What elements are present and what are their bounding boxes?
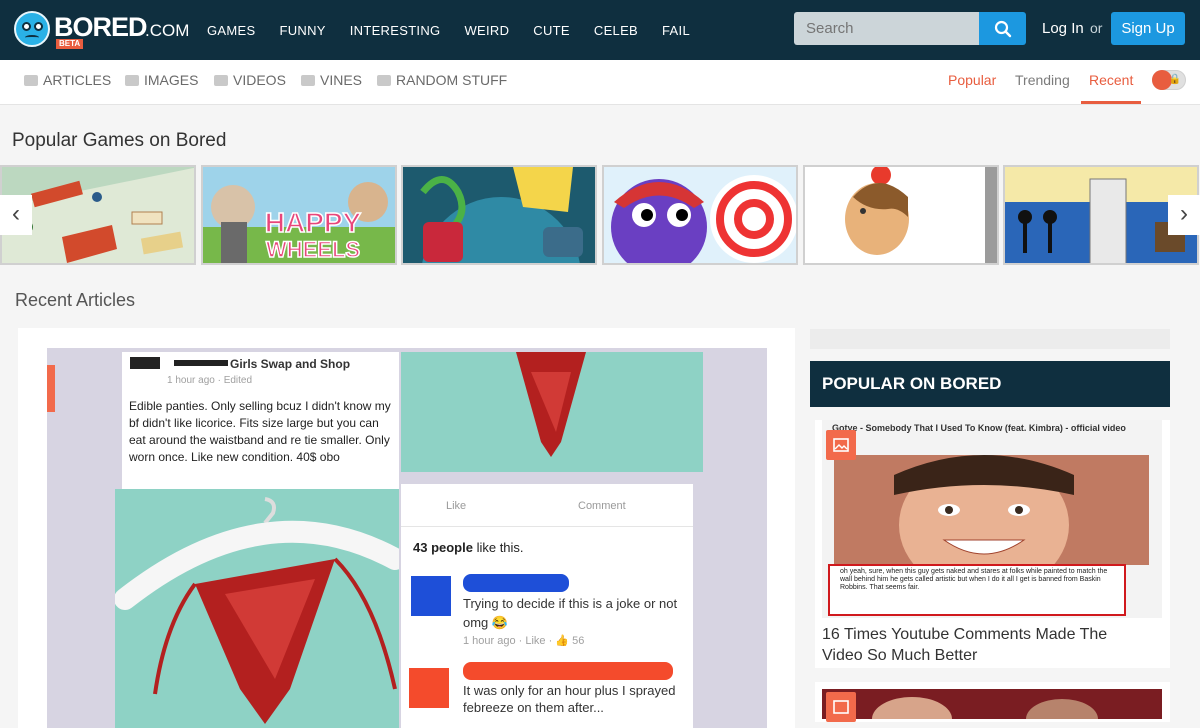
- fb-post: Girls Swap and Shop 1 hour ago · Edited …: [122, 352, 399, 489]
- games-prev-arrow-icon[interactable]: ‹: [0, 195, 32, 235]
- logo-suffix: .COM: [145, 21, 190, 40]
- popular-card-image[interactable]: Gotye - Somebody That I Used To Know (fe…: [822, 420, 1162, 618]
- youtube-comment: oh yeah, sure, when this guy gets naked …: [828, 564, 1126, 616]
- random-stuff-icon: [377, 74, 391, 86]
- nav-funny[interactable]: FUNNY: [279, 23, 325, 38]
- svg-text:HAPPY: HAPPY: [265, 207, 362, 238]
- popular-header: POPULAR ON BORED: [810, 361, 1170, 407]
- svg-text:WHEELS: WHEELS: [266, 237, 360, 262]
- post-group-name: Girls Swap and Shop: [230, 357, 351, 371]
- beta-badge: BETA: [56, 39, 84, 49]
- panties-photo-top: [401, 352, 703, 472]
- category-label: RANDOM STUFF: [396, 72, 508, 88]
- nav-interesting[interactable]: INTERESTING: [350, 23, 441, 38]
- or-label: or: [1090, 20, 1103, 36]
- article-tab-marker: [47, 365, 55, 412]
- top-bar: BORED .COM BETA GAMES FUNNY INTERESTING …: [0, 0, 1200, 60]
- active-sort-underline: [1081, 101, 1141, 104]
- post-time: 1 hour ago · Edited: [167, 375, 253, 386]
- post-body: Edible panties. Only selling bcuz I didn…: [129, 399, 391, 464]
- likes-count: 43 people: [413, 540, 473, 555]
- vines-icon: [301, 74, 315, 86]
- search-icon: [994, 20, 1012, 38]
- game-thumbnail-alien-mug[interactable]: [401, 165, 597, 265]
- panties-photo-hanger: [114, 489, 406, 728]
- likes-suffix: like this.: [472, 540, 524, 555]
- nav-games[interactable]: GAMES: [207, 23, 255, 38]
- search-button[interactable]: [979, 12, 1026, 45]
- category-label: VIDEOS: [233, 72, 286, 88]
- sort-trending[interactable]: Trending: [1015, 72, 1070, 88]
- category-label: IMAGES: [144, 72, 199, 88]
- game-thumbnail-happy-wheels[interactable]: HAPPY WHEELS: [201, 165, 397, 265]
- comment-2: It was only for an hour plus I sprayed f…: [463, 683, 676, 715]
- nsfw-toggle[interactable]: 🔒: [1152, 70, 1186, 90]
- login-link[interactable]: Log In: [1042, 20, 1084, 37]
- game-thumbnail-candy[interactable]: [602, 165, 798, 265]
- games-carousel: HAPPY WHEELS: [0, 165, 1200, 265]
- game-thumbnail-apple-head[interactable]: [803, 165, 999, 265]
- sort-recent[interactable]: Recent: [1089, 72, 1133, 88]
- lock-icon: 🔒: [1168, 74, 1181, 85]
- image-badge-icon: [826, 692, 856, 722]
- main-nav: GAMES FUNNY INTERESTING WEIRD CUTE CELEB…: [207, 0, 714, 60]
- nav-fail[interactable]: FAIL: [662, 23, 690, 38]
- comment-1-meta: 1 hour ago · Like · 👍 56: [463, 635, 585, 647]
- logo-face-icon: [14, 11, 50, 47]
- category-vines[interactable]: VINES: [301, 72, 362, 88]
- sort-popular[interactable]: Popular: [948, 72, 996, 88]
- like-label: Like: [446, 500, 467, 512]
- image-badge-icon: [826, 430, 856, 460]
- fb-comments: Like Comment 43 people like this. Trying…: [401, 484, 693, 728]
- video-still: [834, 455, 1149, 565]
- category-articles[interactable]: ARTICLES: [24, 72, 111, 88]
- sidebar-ad-strip: [810, 329, 1170, 349]
- nav-cute[interactable]: CUTE: [533, 23, 570, 38]
- likes-summary: 43 people like this.: [413, 540, 524, 555]
- category-random-stuff[interactable]: RANDOM STUFF: [377, 72, 507, 88]
- games-section-title: Popular Games on Bored: [12, 130, 227, 151]
- sub-nav: ARTICLES IMAGES VIDEOS VINES RANDOM STUF…: [0, 60, 1200, 105]
- category-label: VINES: [320, 72, 363, 88]
- nav-weird[interactable]: WEIRD: [464, 23, 509, 38]
- games-next-arrow-icon[interactable]: ›: [1168, 195, 1200, 235]
- search-input[interactable]: [794, 12, 979, 45]
- articles-icon: [24, 74, 38, 86]
- comment-label: Comment: [578, 500, 626, 512]
- nav-celeb[interactable]: CELEB: [594, 23, 638, 38]
- popular-card-title[interactable]: 16 Times Youtube Comments Made The Video…: [822, 624, 1152, 666]
- signup-button[interactable]: Sign Up: [1111, 12, 1185, 45]
- category-images[interactable]: IMAGES: [125, 72, 198, 88]
- category-label: ARTICLES: [43, 72, 112, 88]
- comment-1: Trying to decide if this is a joke or no…: [463, 596, 678, 630]
- article-image[interactable]: Girls Swap and Shop 1 hour ago · Edited …: [47, 348, 767, 728]
- images-icon: [125, 74, 139, 86]
- category-videos[interactable]: VIDEOS: [214, 72, 286, 88]
- recent-section-title: Recent Articles: [15, 290, 136, 310]
- logo[interactable]: BORED .COM BETA: [14, 10, 190, 50]
- videos-icon: [214, 74, 228, 86]
- video-caption: Gotye - Somebody That I Used To Know (fe…: [832, 423, 1126, 433]
